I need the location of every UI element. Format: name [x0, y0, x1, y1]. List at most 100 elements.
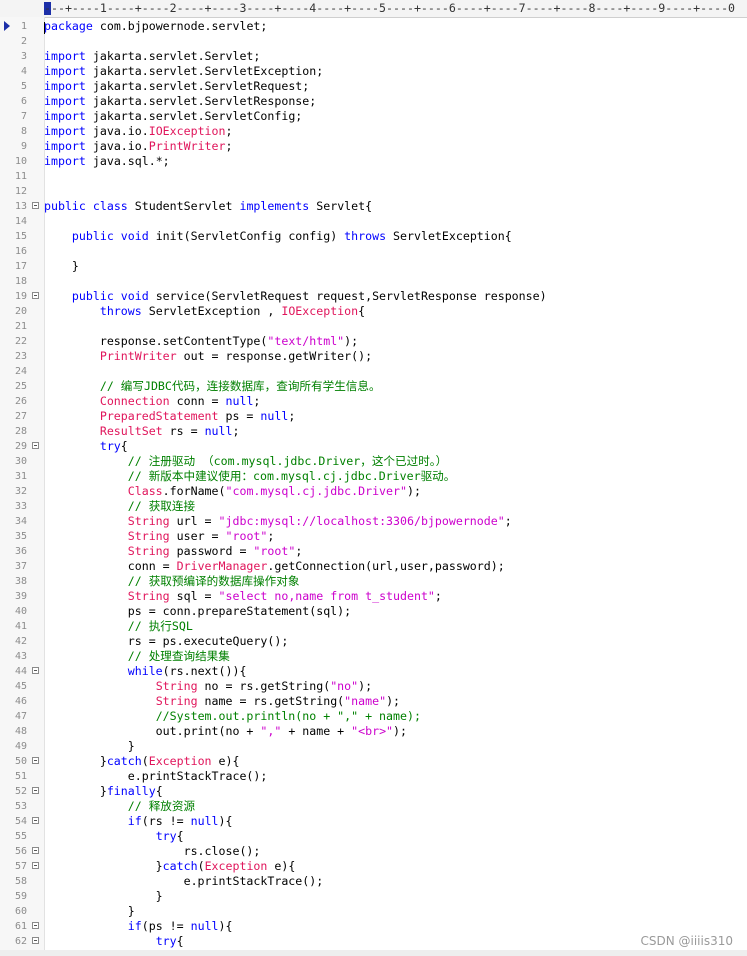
code-line[interactable]: 27 PreparedStatement ps = null; [0, 409, 747, 424]
code-line[interactable]: 49 } [0, 739, 747, 754]
code-line[interactable]: 10 import java.sql.*; [0, 154, 747, 169]
line-number: 27 [14, 411, 27, 422]
code-line[interactable]: 52 }finally{ [0, 784, 747, 799]
line-number: 34 [14, 516, 27, 527]
code-line[interactable]: 45 String no = rs.getString("no"); [0, 679, 747, 694]
code-text: String url = "jdbc:mysql://localhost:330… [44, 514, 512, 529]
code-editor[interactable]: 1 package com.bjpowernode.servlet; 2 3 impor… [0, 19, 747, 949]
fold-minus-icon[interactable] [32, 757, 39, 764]
code-line[interactable]: 8 import java.io.IOException; [0, 124, 747, 139]
code-text: ResultSet rs = null; [44, 424, 240, 439]
fold-minus-icon[interactable] [32, 817, 39, 824]
code-line[interactable]: 9 import java.io.PrintWriter; [0, 139, 747, 154]
code-text: import jakarta.servlet.ServletResponse; [44, 94, 316, 109]
code-line[interactable]: 13 public class StudentServlet implements… [0, 199, 747, 214]
code-line[interactable]: 30 // 注册驱动 （com.mysql.jdbc.Driver，这个已过时。… [0, 454, 747, 469]
code-line[interactable]: 48 out.print(no + "," + name + "<br>"); [0, 724, 747, 739]
code-token: ; [434, 589, 442, 603]
code-line[interactable]: 16 [0, 244, 747, 259]
code-text: import jakarta.servlet.ServletConfig; [44, 109, 302, 124]
code-line[interactable]: 33 // 获取连接 [0, 499, 747, 514]
code-line[interactable]: 59 } [0, 889, 747, 904]
code-line[interactable]: 54 if(rs != null){ [0, 814, 747, 829]
code-line[interactable]: 39 String sql = "select no,name from t_s… [0, 589, 747, 604]
code-token: name = rs.getString( [197, 694, 345, 708]
code-text: Connection conn = null; [44, 394, 261, 409]
code-line[interactable]: 23 PrintWriter out = response.getWriter(… [0, 349, 747, 364]
code-line[interactable]: 6 import jakarta.servlet.ServletResponse; [0, 94, 747, 109]
code-line[interactable]: 51 e.printStackTrace(); [0, 769, 747, 784]
code-token: response.setContentType( [44, 334, 268, 348]
code-line[interactable]: 38 // 获取预编译的数据库操作对象 [0, 574, 747, 589]
fold-minus-icon[interactable] [32, 667, 39, 674]
code-line[interactable]: 46 String name = rs.getString("name"); [0, 694, 747, 709]
code-token: conn = [169, 394, 226, 408]
code-line[interactable]: 35 String user = "root"; [0, 529, 747, 544]
code-line[interactable]: 7 import jakarta.servlet.ServletConfig; [0, 109, 747, 124]
code-line[interactable]: 57 }catch(Exception e){ [0, 859, 747, 874]
fold-minus-icon[interactable] [32, 862, 39, 869]
fold-minus-icon[interactable] [32, 847, 39, 854]
line-number: 24 [14, 366, 27, 377]
code-line[interactable]: 26 Connection conn = null; [0, 394, 747, 409]
code-line[interactable]: 14 [0, 214, 747, 229]
code-line[interactable]: 53 // 释放资源 [0, 799, 747, 814]
line-number: 45 [14, 681, 27, 692]
code-line[interactable]: 42 rs = ps.executeQuery(); [0, 634, 747, 649]
code-line[interactable]: 4 import jakarta.servlet.ServletException… [0, 64, 747, 79]
code-line[interactable]: 31 // 新版本中建议使用：com.mysql.cj.jdbc.Driver驱… [0, 469, 747, 484]
fold-minus-icon[interactable] [32, 787, 39, 794]
code-token: ; [225, 124, 233, 138]
code-line[interactable]: 28 ResultSet rs = null; [0, 424, 747, 439]
code-line[interactable]: 22 response.setContentType("text/html"); [0, 334, 747, 349]
code-line[interactable]: 1 package com.bjpowernode.servlet; [0, 19, 747, 34]
code-line[interactable]: 17 } [0, 259, 747, 274]
code-line[interactable]: 2 [0, 34, 747, 49]
code-line[interactable]: 61 if(ps != null){ [0, 919, 747, 934]
fold-minus-icon[interactable] [32, 922, 39, 929]
code-line[interactable]: 47 //System.out.println(no + "," + name)… [0, 709, 747, 724]
code-line[interactable]: 5 import jakarta.servlet.ServletRequest; [0, 79, 747, 94]
code-token: { [120, 439, 128, 453]
code-line[interactable]: 56 rs.close(); [0, 844, 747, 859]
code-line[interactable]: 20 throws ServletException , IOException… [0, 304, 747, 319]
code-line[interactable]: 37 conn = DriverManager.getConnection(ur… [0, 559, 747, 574]
code-line[interactable]: 62 try{ [0, 934, 747, 949]
code-text: import jakarta.servlet.ServletException; [44, 64, 323, 79]
fold-minus-icon[interactable] [32, 442, 39, 449]
code-line[interactable]: 21 [0, 319, 747, 334]
code-line[interactable]: 60 } [0, 904, 747, 919]
code-line[interactable]: 58 e.printStackTrace(); [0, 874, 747, 889]
code-line[interactable]: 29 try{ [0, 439, 747, 454]
code-line[interactable]: 41 // 执行SQL [0, 619, 747, 634]
code-token: throws [344, 229, 387, 243]
line-number: 36 [14, 546, 27, 557]
fold-minus-icon[interactable] [32, 292, 39, 299]
code-line[interactable]: 24 [0, 364, 747, 379]
code-line[interactable]: 55 try{ [0, 829, 747, 844]
line-number: 33 [14, 501, 27, 512]
horizontal-scrollbar[interactable] [0, 950, 747, 956]
code-text: try{ [44, 439, 128, 454]
code-line[interactable]: 15 public void init(ServletConfig config… [0, 229, 747, 244]
code-line[interactable]: 11 [0, 169, 747, 184]
code-token: void [120, 229, 149, 243]
fold-minus-icon[interactable] [32, 202, 39, 209]
code-line[interactable]: 44 while(rs.next()){ [0, 664, 747, 679]
code-line[interactable]: 3 import jakarta.servlet.Servlet; [0, 49, 747, 64]
code-line[interactable]: 43 // 处理查询结果集 [0, 649, 747, 664]
code-line[interactable]: 18 [0, 274, 747, 289]
code-line[interactable]: 12 [0, 184, 747, 199]
fold-minus-icon[interactable] [32, 937, 39, 944]
code-line[interactable]: 50 }catch(Exception e){ [0, 754, 747, 769]
code-line[interactable]: 34 String url = "jdbc:mysql://localhost:… [0, 514, 747, 529]
code-line[interactable]: 32 Class.forName("com.mysql.cj.jdbc.Driv… [0, 484, 747, 499]
code-token: } [44, 259, 79, 273]
code-line[interactable]: 40 ps = conn.prepareStatement(sql); [0, 604, 747, 619]
code-token: null [260, 409, 289, 423]
code-line[interactable]: 25 // 编写JDBC代码，连接数据库，查询所有学生信息。 [0, 379, 747, 394]
code-line[interactable]: 36 String password = "root"; [0, 544, 747, 559]
code-line[interactable]: 19 public void service(ServletRequest re… [0, 289, 747, 304]
